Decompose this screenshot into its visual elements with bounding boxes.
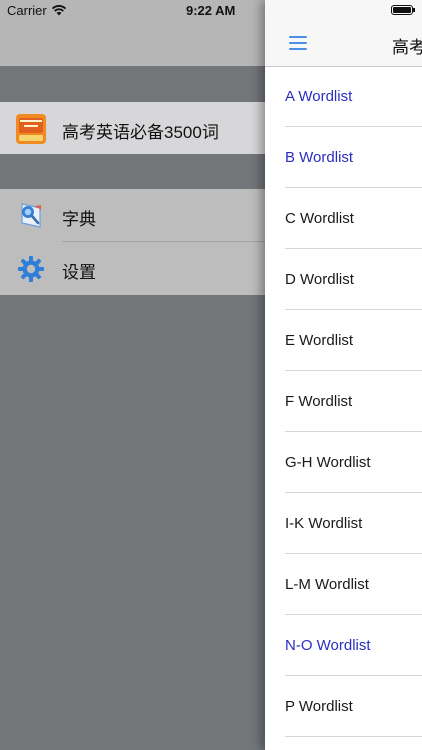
book-cover-icon [16,114,46,144]
wordlist-label: F Wordlist [285,393,353,410]
wordlist-label: A Wordlist [285,88,353,105]
wordlist-label: N-O Wordlist [285,637,371,654]
carrier-label: Carrier [7,3,47,18]
wordlist-label: G-H Wordlist [285,454,371,471]
wordlist-label: E Wordlist [285,332,354,349]
wordlist-row[interactable]: E Wordlist [265,310,422,371]
wordlist-row[interactable]: G-H Wordlist [265,432,422,493]
wordlist-row[interactable]: B Wordlist [265,127,422,188]
hamburger-menu-icon[interactable] [289,36,307,50]
app-screen: Carrier 9:22 AM 高考英语必备3500词 字典 设置 高考 A W… [0,0,422,750]
clock: 9:22 AM [186,3,236,18]
wordlist-row[interactable]: N-O Wordlist [265,615,422,676]
dictionary-icon [21,203,41,228]
wordlist-label: L-M Wordlist [285,576,369,593]
wordlist-row[interactable]: C Wordlist [265,188,422,249]
battery-icon [391,5,413,15]
wordlist-panel: 高考 A Wordlist B Wordlist C Wordlist D Wo… [265,0,422,750]
wordlist-row[interactable]: P Wordlist [265,676,422,737]
wordlist-label: C Wordlist [285,210,354,227]
panel-navbar: 高考 [265,0,422,67]
battery-cap [413,8,415,12]
gear-icon [18,256,44,282]
wordlist-row[interactable]: D Wordlist [265,249,422,310]
wordlist-label: B Wordlist [285,149,354,166]
menu-item-dictionary-label: 字典 [62,210,96,229]
wifi-icon [51,5,67,16]
menu-item-settings-label: 设置 [62,263,96,282]
menu-item-book-label: 高考英语必备3500词 [62,123,219,142]
wordlist-label: P Wordlist [285,698,353,715]
page-title: 高考 [392,38,422,57]
wordlist-row[interactable]: L-M Wordlist [265,554,422,615]
wordlist-label: I-K Wordlist [285,515,363,532]
wordlist-label: D Wordlist [285,271,354,288]
wordlist-row[interactable]: A Wordlist [265,66,422,127]
wordlist-row[interactable]: I-K Wordlist [265,493,422,554]
wordlist-list: A Wordlist B Wordlist C Wordlist D Wordl… [265,66,422,737]
wordlist-row[interactable]: F Wordlist [265,371,422,432]
